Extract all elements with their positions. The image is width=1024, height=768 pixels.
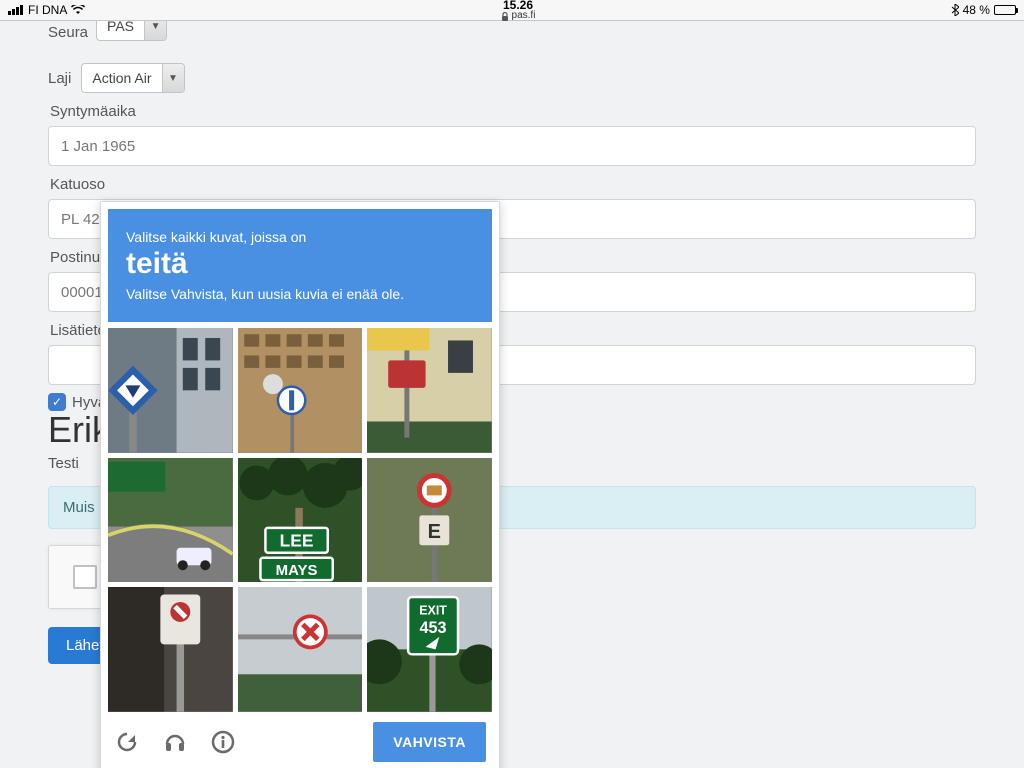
captcha-tile-4[interactable] bbox=[108, 458, 233, 583]
svg-text:453: 453 bbox=[420, 619, 447, 637]
svg-text:E: E bbox=[428, 520, 441, 542]
seura-select[interactable]: PAS ▼ bbox=[96, 21, 167, 41]
captcha-tile-3[interactable] bbox=[367, 328, 492, 453]
captcha-target: teitä bbox=[126, 247, 474, 280]
laji-select[interactable]: Action Air ▼ bbox=[81, 63, 184, 93]
page-url: pas.fi bbox=[501, 11, 536, 21]
reload-icon[interactable] bbox=[114, 729, 140, 755]
svg-text:MAYS: MAYS bbox=[275, 562, 317, 579]
captcha-tile-1[interactable] bbox=[108, 328, 233, 453]
captcha-tile-2[interactable] bbox=[238, 328, 363, 453]
svg-text:EXIT: EXIT bbox=[420, 604, 448, 618]
captcha-instruction-2: Valitse Vahvista, kun uusia kuvia ei enä… bbox=[126, 286, 474, 302]
seura-row: Seura PAS ▼ bbox=[48, 21, 976, 49]
carrier-label: FI DNA bbox=[28, 3, 67, 17]
svg-text:LEE: LEE bbox=[279, 530, 313, 550]
katuosoite-label: Katuoso bbox=[50, 176, 976, 193]
captcha-header: Valitse kaikki kuvat, joissa on teitä Va… bbox=[108, 209, 492, 322]
signal-icon bbox=[8, 5, 24, 15]
captcha-challenge: Valitse kaikki kuvat, joissa on teitä Va… bbox=[100, 201, 500, 768]
captcha-tile-5[interactable]: LEE MAYS bbox=[238, 458, 363, 583]
laji-label: Laji bbox=[48, 70, 71, 87]
captcha-instruction-1: Valitse kaikki kuvat, joissa on bbox=[126, 229, 474, 245]
chevron-down-icon: ▼ bbox=[162, 64, 184, 92]
captcha-tile-9[interactable]: EXIT 453 bbox=[367, 587, 492, 712]
battery-icon bbox=[994, 5, 1016, 15]
status-bar: FI DNA 15.26 pas.fi 48 % bbox=[0, 0, 1024, 20]
verify-button[interactable]: VAHVISTA bbox=[373, 722, 486, 762]
lock-icon bbox=[501, 12, 509, 21]
captcha-tile-7[interactable] bbox=[108, 587, 233, 712]
captcha-tile-8[interactable] bbox=[238, 587, 363, 712]
seura-label: Seura bbox=[48, 24, 88, 41]
bluetooth-icon bbox=[951, 4, 959, 16]
syntymaaika-input[interactable] bbox=[48, 126, 976, 166]
recaptcha-checkbox[interactable] bbox=[73, 565, 97, 589]
info-icon[interactable] bbox=[210, 729, 236, 755]
captcha-tile-6[interactable]: E bbox=[367, 458, 492, 583]
battery-pct: 48 % bbox=[963, 3, 990, 17]
chevron-down-icon: ▼ bbox=[144, 21, 166, 40]
syntymaaika-label: Syntymäaika bbox=[50, 103, 976, 120]
wifi-icon bbox=[71, 5, 85, 15]
audio-icon[interactable] bbox=[162, 729, 188, 755]
captcha-grid: LEE MAYS E bbox=[108, 328, 492, 712]
